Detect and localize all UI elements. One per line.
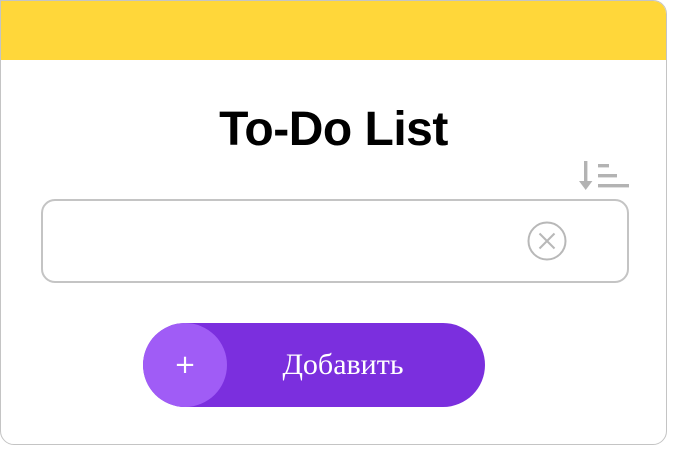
add-icon-circle: + [143, 323, 227, 407]
clear-input-button[interactable] [527, 221, 567, 261]
page-title: To-Do List [219, 103, 448, 156]
task-input[interactable] [61, 201, 521, 281]
sort-ascending-icon [579, 161, 629, 190]
plus-icon: + [174, 350, 196, 380]
todo-card: To-Do List + Добавить [0, 0, 667, 445]
add-button-label: Добавить [282, 348, 404, 381]
card-header-bar [1, 1, 666, 60]
sort-button[interactable] [579, 159, 631, 193]
task-input-wrapper [41, 199, 629, 283]
clear-circle-x-icon [527, 221, 567, 261]
add-task-button[interactable]: + Добавить [143, 323, 485, 407]
